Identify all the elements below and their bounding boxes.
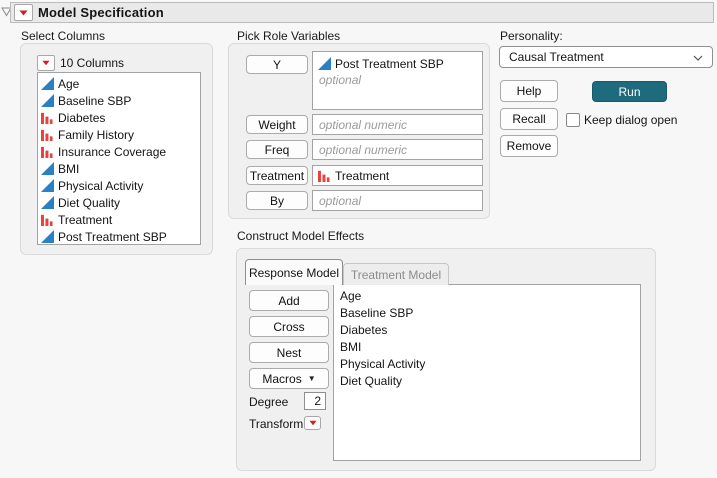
effect-item[interactable]: Baseline SBP [334,304,640,321]
macros-button[interactable]: Macros ▼ [249,368,329,389]
tab-response-model[interactable]: Response Model [245,259,343,285]
remove-button[interactable]: Remove [500,135,558,157]
degree-input[interactable]: 2 [304,392,326,410]
columns-listbox[interactable]: Age Baseline SBP Diabetes Family History… [37,72,201,245]
cross-button[interactable]: Cross [249,316,329,337]
column-item[interactable]: BMI [38,160,200,177]
columns-menu-button[interactable] [37,55,55,71]
role-treatment-button[interactable]: Treatment [246,166,308,185]
continuous-icon [318,57,331,70]
role-treatment-dropzone[interactable]: Treatment [312,165,483,186]
role-y-value[interactable]: Post Treatment SBP [313,55,482,72]
model-effects-label: Construct Model Effects [237,229,365,243]
red-triangle-icon [19,10,28,15]
transform-label: Transform [249,417,304,431]
red-triangle-menu-button[interactable] [14,4,33,21]
role-y-button[interactable]: Y [246,55,308,74]
pick-roles-label: Pick Role Variables [237,29,341,43]
role-by-button[interactable]: By [246,191,308,210]
personality-dropdown[interactable]: Causal Treatment [499,46,713,68]
continuous-icon [41,77,54,90]
continuous-icon [41,94,54,107]
keep-dialog-checkbox[interactable] [566,113,580,127]
nominal-icon [41,145,54,158]
page-title: Model Specification [38,5,164,20]
tab-treatment-model[interactable]: Treatment Model [343,263,449,285]
personality-label: Personality: [500,29,563,43]
degree-label: Degree [249,395,289,409]
column-item[interactable]: Diet Quality [38,194,200,211]
effect-item[interactable]: Diabetes [334,321,640,338]
role-y-placeholder: optional [319,73,362,87]
column-item[interactable]: Insurance Coverage [38,143,200,160]
effect-item[interactable]: Age [334,287,640,304]
continuous-icon [41,179,54,192]
column-item[interactable]: Treatment [38,211,200,228]
role-treatment-value[interactable]: Treatment [313,167,389,184]
model-spec-header: Model Specification [10,2,714,23]
red-triangle-icon [308,420,317,426]
column-item[interactable]: Physical Activity [38,177,200,194]
effect-item[interactable]: Physical Activity [334,355,640,372]
pick-roles-panel: Y Post Treatment SBP optional Weight opt… [228,43,490,219]
select-columns-panel: 10 Columns Age Baseline SBP Diabetes Fam… [20,43,213,255]
role-by-dropzone[interactable]: optional [312,190,483,211]
black-triangle-icon: ▼ [307,374,316,383]
select-columns-label: Select Columns [21,29,106,43]
transform-menu-button[interactable] [304,416,321,430]
role-freq-dropzone[interactable]: optional numeric [312,139,483,160]
red-triangle-icon [42,60,50,66]
role-freq-button[interactable]: Freq [246,140,308,159]
recall-button[interactable]: Recall [500,108,558,130]
nest-button[interactable]: Nest [249,342,329,363]
effect-item[interactable]: BMI [334,338,640,355]
nominal-icon [318,169,331,182]
effect-item[interactable]: Diet Quality [334,372,640,389]
columns-count-label: 10 Columns [60,56,125,70]
continuous-icon [41,230,54,243]
effects-listbox[interactable]: Age Baseline SBP Diabetes BMI Physical A… [333,284,641,461]
column-item[interactable]: Post Treatment SBP [38,228,200,245]
column-item[interactable]: Family History [38,126,200,143]
chevron-down-icon [693,55,703,62]
column-item[interactable]: Diabetes [38,109,200,126]
run-button[interactable]: Run [592,81,667,102]
role-y-dropzone[interactable]: Post Treatment SBP optional [312,51,483,110]
continuous-icon [41,196,54,209]
add-button[interactable]: Add [249,290,329,311]
nominal-icon [41,128,54,141]
keep-dialog-label: Keep dialog open [584,113,678,127]
model-effects-panel: Response Model Treatment Model Add Cross… [236,248,656,471]
role-weight-button[interactable]: Weight [246,115,308,134]
personality-selected: Causal Treatment [509,50,604,64]
nominal-icon [41,111,54,124]
continuous-icon [41,162,54,175]
role-weight-dropzone[interactable]: optional numeric [312,114,483,135]
help-button[interactable]: Help [500,80,558,102]
nominal-icon [41,213,54,226]
column-item[interactable]: Baseline SBP [38,92,200,109]
column-item[interactable]: Age [38,75,200,92]
